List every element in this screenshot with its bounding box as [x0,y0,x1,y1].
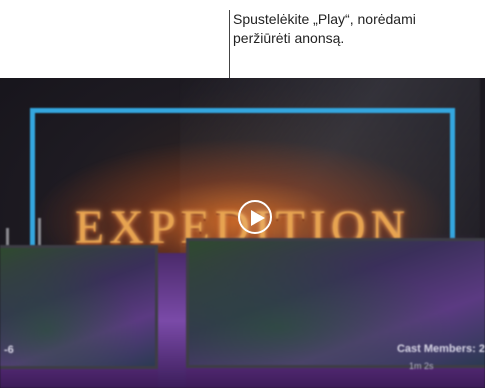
play-icon [251,210,265,226]
duration-label: 1m 2s [409,361,434,371]
preview-background: EXPEDITION -6 Cast Members: 2 1m 2s [0,78,485,388]
thumbnail-card-left[interactable] [0,245,158,369]
play-button[interactable] [238,200,272,234]
left-card-label: -6 [4,344,14,356]
trailer-preview[interactable]: EXPEDITION -6 Cast Members: 2 1m 2s [0,78,485,388]
callout-line-1: Spustelėkite „Play“, norėdami [233,11,416,27]
card-divider [158,253,186,388]
callout-line-2: peržiūrėti anonsą. [233,30,345,46]
cast-members-label: Cast Members: 2 [396,343,485,355]
callout: Spustelėkite „Play“, norėdami peržiūrėti… [233,10,485,48]
ghost-tick [38,218,41,248]
